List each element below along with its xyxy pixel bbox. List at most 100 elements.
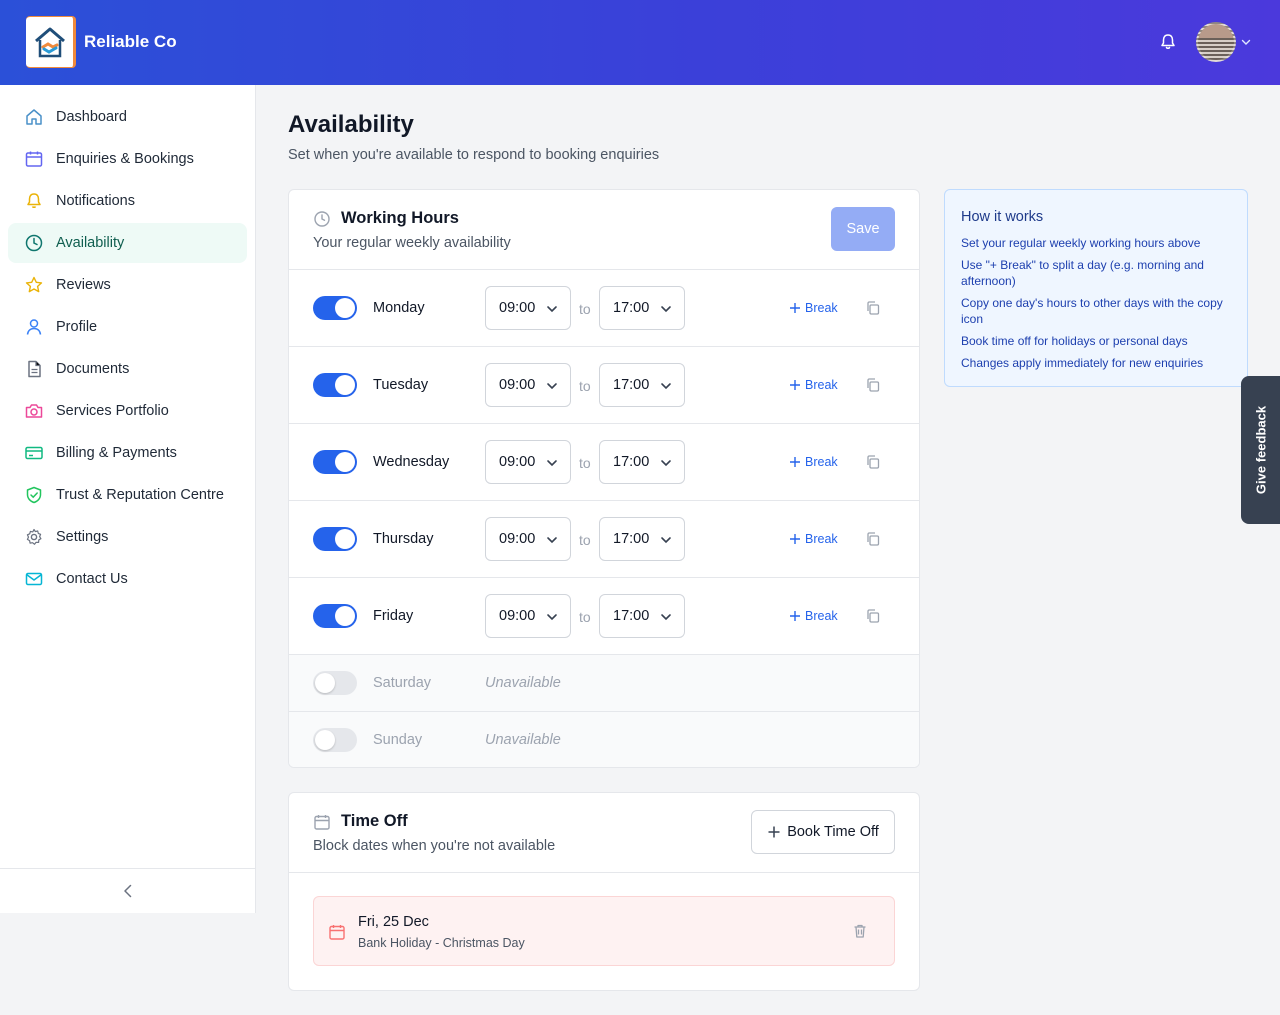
collapse-sidebar-chevron-icon[interactable] bbox=[120, 883, 136, 899]
mail-icon bbox=[25, 572, 43, 586]
trash-icon[interactable] bbox=[852, 923, 868, 939]
chevron-down-icon bbox=[547, 537, 557, 544]
sidebar-item-billing[interactable]: Billing & Payments bbox=[8, 433, 247, 473]
day-toggle[interactable] bbox=[313, 373, 357, 397]
brand-name[interactable]: Reliable Co bbox=[84, 32, 177, 52]
sidebar-item-services-portfolio[interactable]: Services Portfolio bbox=[8, 391, 247, 431]
to-label: to bbox=[579, 532, 591, 548]
day-row-friday: Friday 09:00 to 17:00 Break bbox=[289, 577, 919, 654]
sidebar-item-label: Reviews bbox=[56, 277, 111, 293]
time-off-date: Fri, 25 Dec bbox=[358, 914, 429, 930]
sidebar-item-settings[interactable]: Settings bbox=[8, 517, 247, 557]
copy-icon[interactable] bbox=[865, 300, 881, 316]
document-icon bbox=[28, 360, 41, 378]
how-it-works-title: How it works bbox=[961, 209, 1044, 225]
add-break-button[interactable]: Break bbox=[789, 301, 838, 315]
start-time-select[interactable]: 09:00 bbox=[485, 517, 571, 561]
to-label: to bbox=[579, 455, 591, 471]
chevron-down-icon[interactable] bbox=[1240, 36, 1252, 48]
brand-logo[interactable] bbox=[26, 16, 76, 68]
house-handshake-icon bbox=[35, 27, 65, 58]
user-icon bbox=[26, 319, 42, 335]
start-time-select[interactable]: 09:00 bbox=[485, 363, 571, 407]
start-time-select[interactable]: 09:00 bbox=[485, 440, 571, 484]
sidebar-item-label: Enquiries & Bookings bbox=[56, 151, 194, 167]
sidebar-item-documents[interactable]: Documents bbox=[8, 349, 247, 389]
copy-icon[interactable] bbox=[865, 608, 881, 624]
save-button[interactable]: Save bbox=[831, 207, 895, 251]
add-break-button[interactable]: Break bbox=[789, 378, 838, 392]
chevron-down-icon bbox=[547, 383, 557, 390]
sidebar-item-profile[interactable]: Profile bbox=[8, 307, 247, 347]
top-header: Reliable Co bbox=[0, 0, 1280, 85]
sidebar-item-notifications[interactable]: Notifications bbox=[8, 181, 247, 221]
plus-icon bbox=[768, 826, 780, 838]
copy-icon[interactable] bbox=[865, 454, 881, 470]
sidebar-item-enquiries[interactable]: Enquiries & Bookings bbox=[8, 139, 247, 179]
day-toggle[interactable] bbox=[313, 728, 357, 752]
sidebar-footer bbox=[0, 868, 255, 913]
page-subtitle: Set when you're available to respond to … bbox=[288, 147, 660, 163]
time-off-subtitle: Block dates when you're not available bbox=[313, 838, 556, 854]
calendar-icon bbox=[314, 815, 330, 830]
day-name: Friday bbox=[373, 608, 414, 624]
working-hours-title: Working Hours bbox=[341, 209, 459, 227]
unavailable-label: Unavailable bbox=[485, 675, 561, 691]
book-time-off-button[interactable]: Book Time Off bbox=[751, 810, 895, 854]
add-break-button[interactable]: Break bbox=[789, 532, 838, 546]
star-icon bbox=[25, 276, 43, 293]
calendar-icon bbox=[25, 151, 43, 167]
sidebar-item-trust-reputation[interactable]: Trust & Reputation Centre bbox=[8, 475, 247, 515]
chevron-down-icon bbox=[661, 306, 671, 313]
plus-icon bbox=[790, 534, 800, 544]
sidebar-item-label: Dashboard bbox=[56, 109, 127, 125]
day-toggle[interactable] bbox=[313, 527, 357, 551]
sidebar-item-contact-us[interactable]: Contact Us bbox=[8, 559, 247, 599]
chevron-down-icon bbox=[547, 460, 557, 467]
give-feedback-tab[interactable]: Give feedback bbox=[1241, 376, 1280, 524]
credit-card-icon bbox=[25, 446, 43, 460]
day-row-saturday: Saturday Unavailable bbox=[289, 654, 919, 711]
day-name: Wednesday bbox=[373, 454, 450, 470]
day-toggle[interactable] bbox=[313, 450, 357, 474]
day-toggle[interactable] bbox=[313, 604, 357, 628]
plus-icon bbox=[790, 457, 800, 467]
page-title: Availability bbox=[288, 111, 414, 138]
working-hours-card: Working Hours Your regular weekly availa… bbox=[288, 189, 920, 768]
plus-icon bbox=[790, 380, 800, 390]
copy-icon[interactable] bbox=[865, 377, 881, 393]
add-break-button[interactable]: Break bbox=[789, 455, 838, 469]
start-time-select[interactable]: 09:00 bbox=[485, 286, 571, 330]
sidebar-item-dashboard[interactable]: Dashboard bbox=[8, 97, 247, 137]
end-time-select[interactable]: 17:00 bbox=[599, 440, 685, 484]
day-name: Saturday bbox=[373, 675, 432, 691]
tip-item: Changes apply immediately for new enquir… bbox=[961, 356, 1204, 370]
day-name: Monday bbox=[373, 300, 425, 316]
start-time-select[interactable]: 09:00 bbox=[485, 594, 571, 638]
day-name: Thursday bbox=[373, 531, 434, 547]
gear-icon bbox=[26, 528, 42, 545]
plus-icon bbox=[790, 611, 800, 621]
copy-icon[interactable] bbox=[865, 531, 881, 547]
time-off-card: Time Off Block dates when you're not ava… bbox=[288, 792, 920, 991]
user-avatar[interactable] bbox=[1196, 22, 1236, 62]
how-it-works-list: Set your regular weekly working hours ab… bbox=[961, 235, 1237, 377]
add-break-button[interactable]: Break bbox=[789, 609, 838, 623]
sidebar-item-label: Documents bbox=[56, 361, 130, 377]
how-it-works-panel: How it works Set your regular weekly wor… bbox=[944, 189, 1248, 387]
day-row-tuesday: Tuesday 09:00 to 17:00 Break bbox=[289, 346, 919, 423]
bell-icon bbox=[27, 193, 41, 208]
end-time-select[interactable]: 17:00 bbox=[599, 363, 685, 407]
time-off-reason: Bank Holiday - Christmas Day bbox=[358, 936, 525, 950]
end-time-select[interactable]: 17:00 bbox=[599, 286, 685, 330]
tip-item: Set your regular weekly working hours ab… bbox=[961, 236, 1201, 250]
chevron-down-icon bbox=[661, 614, 671, 621]
sidebar-item-reviews[interactable]: Reviews bbox=[8, 265, 247, 305]
day-toggle[interactable] bbox=[313, 296, 357, 320]
notification-bell-icon[interactable] bbox=[1158, 32, 1178, 52]
sidebar-item-availability[interactable]: Availability bbox=[8, 223, 247, 263]
end-time-select[interactable]: 17:00 bbox=[599, 517, 685, 561]
day-toggle[interactable] bbox=[313, 671, 357, 695]
to-label: to bbox=[579, 378, 591, 394]
end-time-select[interactable]: 17:00 bbox=[599, 594, 685, 638]
